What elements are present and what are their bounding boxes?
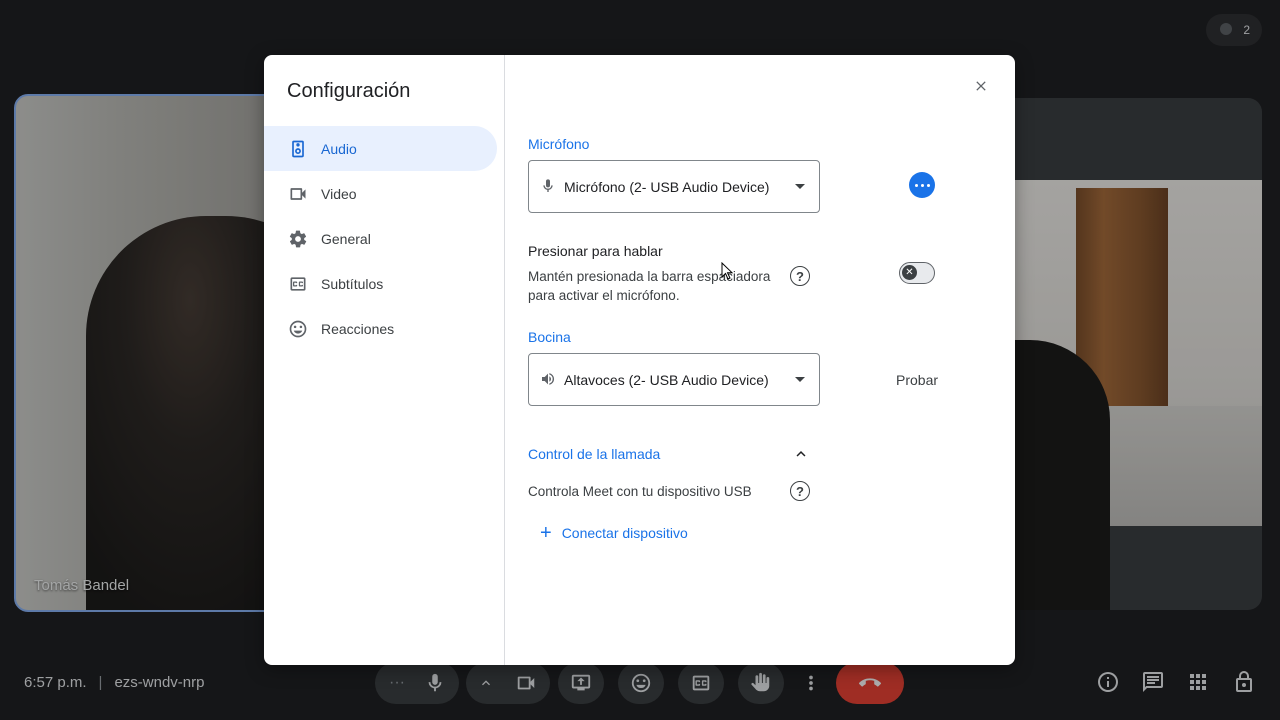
settings-dialog: Configuración Audio Video General Subtít… bbox=[264, 55, 1015, 665]
microphone-label: Micrófono bbox=[528, 136, 590, 152]
dialog-title: Configuración bbox=[287, 80, 411, 102]
nav-item-reactions[interactable]: Reacciones bbox=[264, 306, 497, 351]
nav-item-label: Audio bbox=[321, 140, 357, 157]
camera-icon bbox=[288, 184, 308, 204]
plus-icon: + bbox=[540, 522, 552, 544]
connect-device-label: Conectar dispositivo bbox=[561, 525, 688, 541]
nav-item-subtitles[interactable]: Subtítulos bbox=[264, 261, 497, 306]
call-control-description: Controla Meet con tu dispositivo USB bbox=[528, 484, 752, 499]
connect-device-button[interactable]: + Conectar dispositivo bbox=[540, 522, 688, 544]
microphone-selected-value: Micrófono (2- USB Audio Device) bbox=[564, 178, 770, 195]
nav-divider bbox=[504, 55, 505, 665]
push-to-talk-toggle[interactable]: ✕ bbox=[899, 262, 935, 284]
mouse-cursor-icon bbox=[721, 262, 733, 280]
gear-icon bbox=[288, 229, 308, 249]
nav-item-label: General bbox=[321, 230, 371, 247]
smiley-icon bbox=[288, 319, 308, 339]
chevron-down-icon bbox=[795, 184, 805, 189]
push-to-talk-description: Mantén presionada la barra espaciadora p… bbox=[528, 269, 771, 303]
toggle-off-icon: ✕ bbox=[902, 265, 917, 280]
chevron-down-icon bbox=[795, 377, 805, 382]
nav-item-label: Reacciones bbox=[321, 320, 395, 337]
nav-item-general[interactable]: General bbox=[264, 216, 497, 261]
test-speaker-button[interactable]: Probar bbox=[896, 372, 938, 388]
help-icon[interactable]: ? bbox=[790, 266, 810, 286]
nav-item-audio[interactable]: Audio bbox=[264, 126, 497, 171]
close-icon bbox=[976, 81, 986, 91]
help-icon[interactable]: ? bbox=[790, 481, 810, 501]
speaker-select[interactable]: Altavoces (2- USB Audio Device) bbox=[528, 353, 820, 406]
nav-item-label: Subtítulos bbox=[321, 275, 384, 292]
captions-icon bbox=[288, 274, 308, 294]
speaker-icon bbox=[288, 139, 308, 159]
speaker-label: Bocina bbox=[528, 329, 571, 345]
mic-options-button[interactable] bbox=[909, 172, 935, 198]
close-button[interactable] bbox=[967, 72, 995, 100]
microphone-select[interactable]: Micrófono (2- USB Audio Device) bbox=[528, 160, 820, 213]
nav-item-video[interactable]: Video bbox=[264, 171, 497, 216]
chevron-up-icon[interactable] bbox=[792, 445, 810, 463]
volume-icon bbox=[540, 371, 558, 389]
speaker-selected-value: Altavoces (2- USB Audio Device) bbox=[564, 371, 769, 388]
nav-item-label: Video bbox=[321, 185, 357, 202]
push-to-talk-title: Presionar para hablar bbox=[528, 243, 663, 259]
call-control-label[interactable]: Control de la llamada bbox=[528, 446, 660, 462]
mic-icon bbox=[540, 178, 558, 196]
settings-nav: Audio Video General Subtítulos Reaccione… bbox=[264, 126, 504, 351]
